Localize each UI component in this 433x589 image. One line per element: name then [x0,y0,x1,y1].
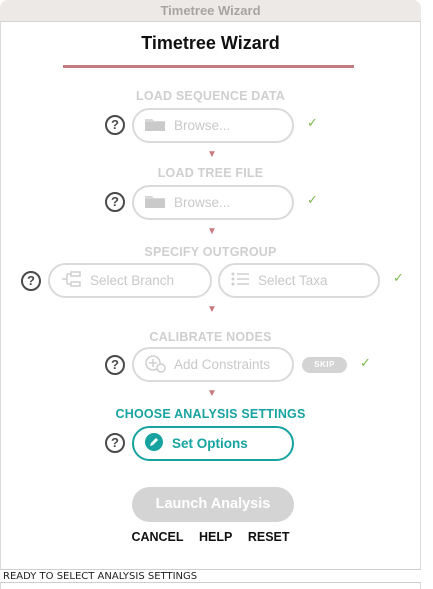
reset-link[interactable]: RESET [248,530,290,544]
branch-tree-icon [60,270,82,291]
calibrate-label: CALIBRATE NODES [149,330,272,344]
calibrate-check-icon: ✓ [360,355,371,370]
load-sequence-browse-label: Browse... [174,118,231,133]
load-tree-help-icon[interactable]: ? [105,192,125,212]
load-sequence-check-icon: ✓ [307,115,318,130]
folder-icon [144,193,166,212]
skip-button[interactable]: SKIP [302,357,347,373]
help-link[interactable]: HELP [199,530,232,544]
load-sequence-browse-button[interactable]: Browse... [132,108,294,143]
analysis-help-icon[interactable]: ? [105,433,125,453]
load-tree-label: LOAD TREE FILE [157,166,264,180]
load-tree-browse-label: Browse... [174,195,231,210]
step-arrow-icon: ▼ [207,388,217,399]
step-arrow-icon: ▼ [207,149,217,160]
select-branch-label: Select Branch [90,273,175,288]
window-title-bar: Timetree Wizard [0,0,421,22]
cancel-link[interactable]: CANCEL [131,530,183,544]
calibrate-help-icon[interactable]: ? [105,355,125,375]
page-title: Timetree Wizard [141,33,280,53]
load-sequence-label: LOAD SEQUENCE DATA [136,89,285,103]
select-taxa-label: Select Taxa [258,273,328,288]
set-options-button[interactable]: Set Options [132,426,294,461]
analysis-settings-label: CHOOSE ANALYSIS SETTINGS [115,407,306,421]
list-icon [230,271,250,290]
load-tree-check-icon: ✓ [307,192,318,207]
pencil-icon [144,432,164,455]
add-constraints-button[interactable]: Add Constraints [132,347,294,382]
folder-icon [144,116,166,135]
load-tree-browse-button[interactable]: Browse... [132,185,294,220]
step-arrow-icon: ▼ [207,226,217,237]
outgroup-check-icon: ✓ [393,270,404,285]
outgroup-label: SPECIFY OUTGROUP [144,245,277,259]
launch-analysis-button[interactable]: Launch Analysis [132,487,294,522]
step-arrow-icon: ▼ [207,304,217,315]
add-constraints-label: Add Constraints [174,357,271,372]
status-bar: READY TO SELECT ANALYSIS SETTINGS [0,569,421,583]
load-sequence-help-icon[interactable]: ? [105,115,125,135]
select-taxa-button[interactable]: Select Taxa [218,263,380,298]
select-branch-button[interactable]: Select Branch [48,263,212,298]
bottom-links: CANCEL HELP RESET [0,530,421,544]
outgroup-help-icon[interactable]: ? [21,271,41,291]
title-divider [63,65,354,68]
set-options-label: Set Options [172,436,248,451]
add-constraint-icon [144,353,166,376]
